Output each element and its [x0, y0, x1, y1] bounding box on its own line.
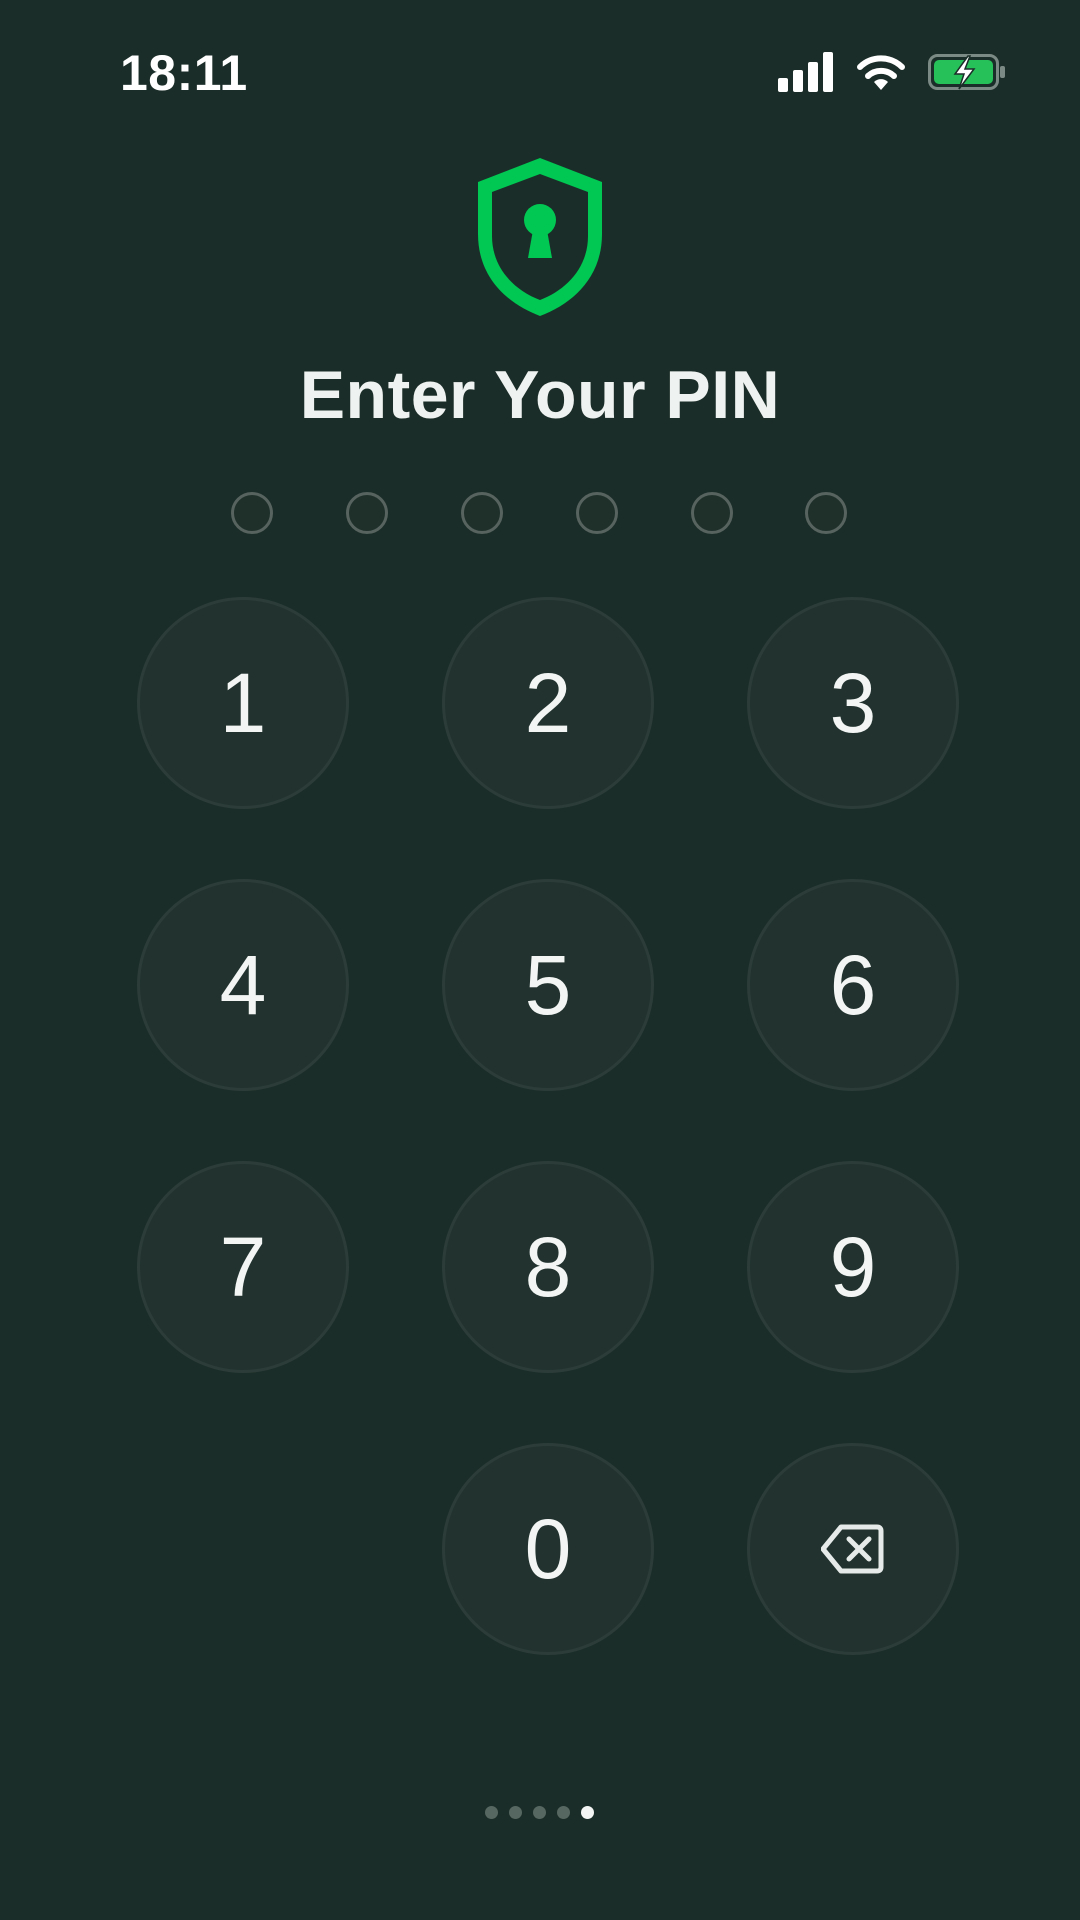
- key-8[interactable]: 8: [442, 1161, 654, 1373]
- pin-dot: [576, 492, 618, 534]
- pin-dot: [805, 492, 847, 534]
- pin-dot: [231, 492, 273, 534]
- key-label: 4: [219, 938, 267, 1032]
- page-title: Enter Your PIN: [299, 357, 781, 433]
- key-7[interactable]: 7: [137, 1161, 349, 1373]
- wifi-icon: [857, 55, 905, 90]
- signal-icon: [778, 52, 833, 92]
- key-label: 5: [524, 938, 572, 1032]
- key-label: 1: [219, 656, 267, 750]
- key-3[interactable]: 3: [747, 597, 959, 809]
- pin-indicator: [0, 492, 1080, 540]
- backspace-button[interactable]: [747, 1443, 959, 1655]
- key-2[interactable]: 2: [442, 597, 654, 809]
- page-dot: [533, 1806, 546, 1819]
- page-dot-active: [581, 1806, 594, 1819]
- page-dot: [509, 1806, 522, 1819]
- pin-dot: [691, 492, 733, 534]
- status-time: 18:11: [120, 45, 248, 101]
- backspace-icon: [821, 1524, 884, 1574]
- pin-dot: [346, 492, 388, 534]
- page-dot: [485, 1806, 498, 1819]
- page-dot: [557, 1806, 570, 1819]
- page-indicator: [0, 1806, 1080, 1826]
- key-label: 2: [524, 656, 572, 750]
- key-6[interactable]: 6: [747, 879, 959, 1091]
- pin-dot: [461, 492, 503, 534]
- status-icons: [778, 50, 1008, 94]
- key-9[interactable]: 9: [747, 1161, 959, 1373]
- key-label: 7: [219, 1220, 267, 1314]
- key-0[interactable]: 0: [442, 1443, 654, 1655]
- key-label: 3: [829, 656, 877, 750]
- shield-lock-icon: [478, 158, 602, 316]
- key-5[interactable]: 5: [442, 879, 654, 1091]
- battery-charging-icon: [928, 54, 1005, 90]
- key-4[interactable]: 4: [137, 879, 349, 1091]
- key-label: 9: [829, 1220, 877, 1314]
- key-label: 6: [829, 938, 877, 1032]
- key-1[interactable]: 1: [137, 597, 349, 809]
- key-label: 8: [524, 1220, 572, 1314]
- key-label: 0: [524, 1502, 572, 1596]
- status-bar: 18:11: [0, 0, 1080, 140]
